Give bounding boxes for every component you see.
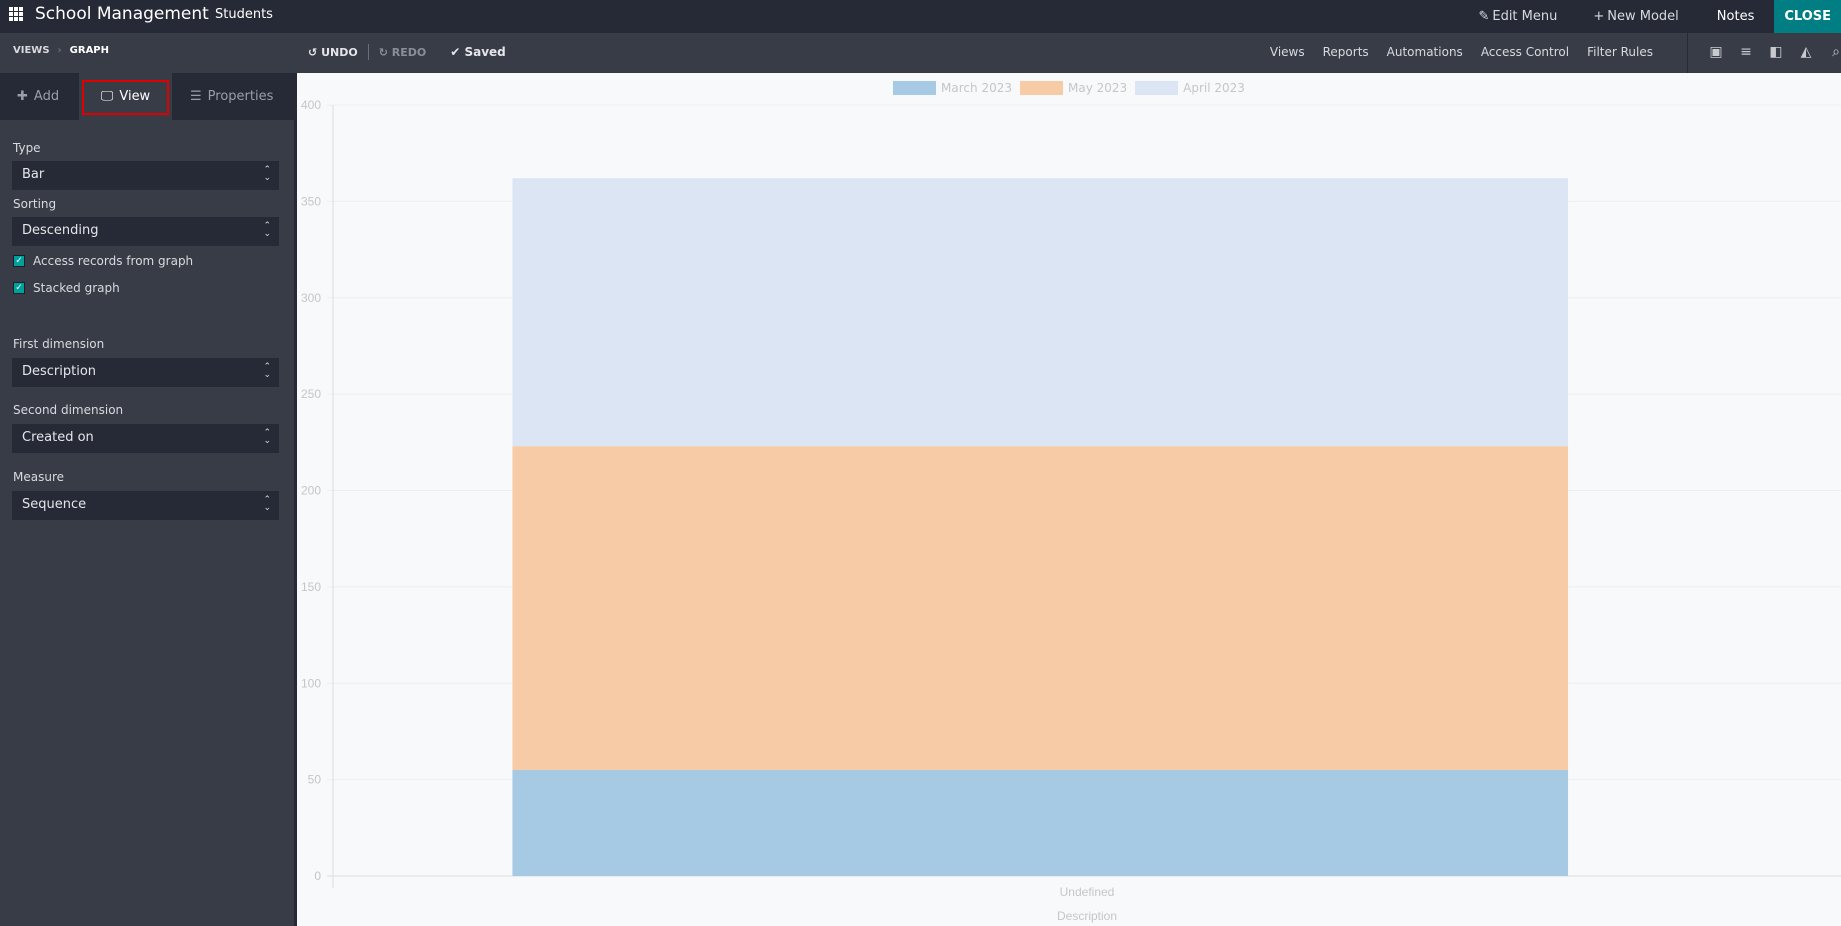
tab-add[interactable]: ✚ Add (17, 73, 59, 120)
new-model-label: New Model (1607, 9, 1679, 24)
bar-segment[interactable] (512, 446, 1569, 770)
list-view-icon[interactable]: ≡ (1737, 44, 1755, 60)
server-icon: ☰ (190, 89, 202, 104)
divider (367, 44, 369, 60)
measure-value: Sequence (22, 497, 87, 512)
select-caret-icon: ⌃ ⌄ (263, 362, 271, 380)
link-reports[interactable]: Reports (1323, 45, 1369, 59)
breadcrumb-separator: › (57, 45, 62, 56)
measure-select[interactable]: Sequence ⌃ ⌄ (12, 491, 279, 520)
y-tick-label: 350 (301, 194, 321, 208)
undo-label: UNDO (321, 45, 358, 59)
bar-chart: 0 50 100 150 200 250 300 350 400 Undefined Descrip… (301, 98, 1841, 923)
y-tick-label: 50 (308, 773, 322, 787)
plus-icon: + (1593, 9, 1605, 24)
breadcrumb: VIEWS › GRAPH (13, 45, 109, 56)
tab-view[interactable]: 🖵 View (79, 73, 172, 120)
first-dimension-label: First dimension (13, 337, 105, 351)
checkbox-checked-icon[interactable]: ✓ (13, 282, 25, 294)
y-tick-label: 200 (301, 484, 321, 498)
kanban-view-icon[interactable]: ◧ (1767, 44, 1785, 60)
y-tick-label: 300 (301, 291, 321, 305)
x-tick-label: Undefined (1060, 885, 1115, 899)
y-tick-label: 150 (301, 580, 321, 594)
access-records-checkbox[interactable]: ✓ Access records from graph (13, 254, 193, 268)
sidebar: ✚ Add 🖵 View ☰ Properties Type Bar ⌃ ⌄ Sortin… (0, 73, 294, 926)
notes-button[interactable]: Notes (1697, 9, 1775, 24)
highlight-outline (82, 80, 169, 115)
type-select[interactable]: Bar ⌃ ⌄ (12, 161, 279, 190)
graph-view-icon[interactable]: ◭ (1797, 44, 1815, 60)
sorting-select[interactable]: Descending ⌃ ⌄ (12, 217, 279, 246)
second-dimension-value: Created on (22, 430, 94, 445)
breadcrumb-graph: GRAPH (69, 45, 110, 56)
first-dimension-value: Description (22, 364, 97, 379)
tab-properties[interactable]: ☰ Properties (190, 73, 273, 120)
select-caret-icon: ⌃ ⌄ (263, 495, 271, 513)
stacked-graph-checkbox[interactable]: ✓ Stacked graph (13, 281, 120, 295)
close-button[interactable]: CLOSE (1774, 0, 1841, 33)
sorting-value: Descending (22, 223, 99, 238)
edit-menu-label: Edit Menu (1492, 9, 1558, 24)
check-icon: ✔ (450, 45, 461, 59)
tab-add-label: Add (33, 89, 60, 104)
menu-students[interactable]: Students (215, 7, 273, 22)
studio-toolbar: VIEWS › GRAPH ↺ UNDO ↻ REDO ✔ Saved View… (0, 33, 1841, 73)
link-filter-rules[interactable]: Filter Rules (1587, 45, 1653, 59)
saved-label: Saved (464, 45, 506, 59)
saved-status: ✔ Saved (450, 45, 506, 59)
plus-icon: ✚ (17, 89, 28, 104)
checkbox-checked-icon[interactable]: ✓ (13, 255, 25, 267)
x-axis-label: Description (1057, 909, 1117, 923)
bar-segment[interactable] (512, 178, 1569, 447)
redo-icon: ↻ (378, 45, 388, 59)
sorting-label: Sorting (13, 197, 57, 211)
apps-grid-icon[interactable] (9, 7, 23, 21)
sidebar-tabs: ✚ Add 🖵 View ☰ Properties (0, 73, 294, 120)
select-caret-icon: ⌃ ⌄ (263, 165, 271, 183)
select-caret-icon: ⌃ ⌄ (263, 428, 271, 446)
redo-label: REDO (391, 45, 427, 59)
redo-button[interactable]: ↻ REDO (379, 46, 427, 59)
y-tick-label: 400 (301, 98, 321, 112)
divider (1687, 33, 1688, 73)
graph-area: March 2023 May 2023 April 2023 0 50 100 150 20… (297, 73, 1841, 926)
new-model-button[interactable]: + New Model (1575, 9, 1696, 24)
y-tick-label: 250 (301, 387, 321, 401)
app-title[interactable]: School Management (35, 4, 209, 24)
select-caret-icon: ⌃ ⌄ (263, 221, 271, 239)
undo-icon: ↺ (308, 45, 318, 59)
edit-menu-button[interactable]: ✎ Edit Menu (1460, 9, 1575, 24)
first-dimension-select[interactable]: Description ⌃ ⌄ (12, 358, 279, 387)
link-access-control[interactable]: Access Control (1481, 45, 1569, 59)
measure-label: Measure (13, 470, 64, 484)
link-views[interactable]: Views (1270, 45, 1305, 59)
y-tick-label: 0 (314, 869, 321, 883)
stacked-graph-label: Stacked graph (33, 281, 120, 295)
bar-segment[interactable] (512, 769, 1569, 876)
top-navbar: School Management Students ✎ Edit Menu + N… (0, 0, 1841, 33)
pencil-icon: ✎ (1478, 9, 1490, 24)
undo-button[interactable]: ↺ UNDO (308, 46, 358, 59)
type-value: Bar (22, 167, 45, 182)
type-label: Type (13, 141, 41, 155)
second-dimension-label: Second dimension (13, 403, 124, 417)
link-automations[interactable]: Automations (1387, 45, 1463, 59)
tab-properties-label: Properties (207, 89, 274, 104)
access-records-label: Access records from graph (33, 254, 194, 268)
form-view-icon[interactable]: ▣ (1707, 44, 1725, 60)
breadcrumb-views[interactable]: VIEWS (13, 45, 50, 56)
y-tick-label: 100 (301, 676, 321, 690)
search-view-icon[interactable]: ⌕ (1827, 44, 1841, 60)
second-dimension-select[interactable]: Created on ⌃ ⌄ (12, 424, 279, 453)
